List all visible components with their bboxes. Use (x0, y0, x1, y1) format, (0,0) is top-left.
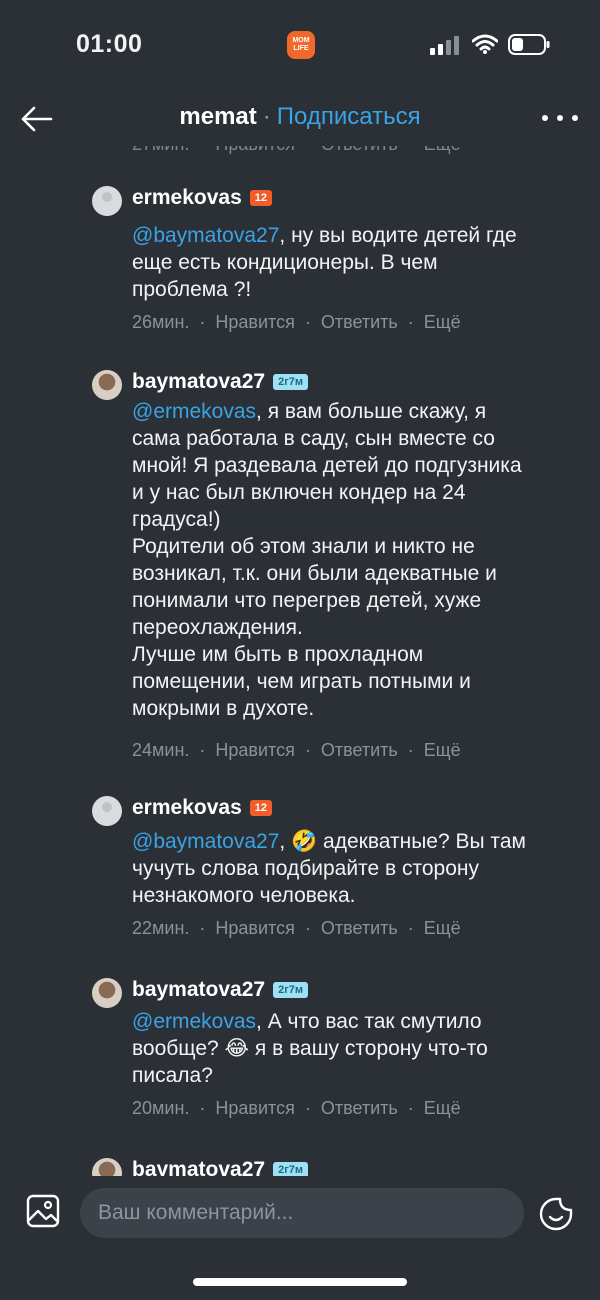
mention-link[interactable]: @baymatova27 (132, 224, 279, 247)
reply-button[interactable]: Ответить (321, 740, 398, 760)
comment-author[interactable]: baymatova27 2г7м (132, 978, 309, 1002)
comment-author[interactable]: baymatova27 2г7м (132, 370, 309, 394)
status-time: 01:00 (76, 30, 143, 58)
more-button[interactable]: Ещё (424, 918, 461, 938)
reply-button[interactable]: Ответить (321, 1098, 398, 1118)
comment-input[interactable] (80, 1188, 524, 1238)
comment-text: @ermekovas, я вам больше скажу, я сама р… (132, 398, 582, 722)
comment-text: @baymatova27, ну вы водите детей где еще… (132, 222, 582, 303)
header-separator: · (262, 103, 271, 130)
comment-meta: 20мин. · Нравится · Ответить · Ещё (132, 1098, 461, 1118)
mention-link[interactable]: @baymatova27 (132, 830, 279, 853)
more-options-button[interactable] (542, 106, 578, 130)
cellular-signal-icon (430, 36, 459, 55)
comment-composer (0, 1176, 600, 1300)
author-badge: 2г7м (273, 1162, 309, 1176)
comment-meta: 26мин. · Нравится · Ответить · Ещё (132, 312, 461, 332)
author-name: baymatova27 (132, 370, 266, 393)
image-gallery-icon[interactable] (26, 1194, 60, 1228)
dot-icon (572, 115, 578, 121)
more-button[interactable]: Ещё (424, 1098, 461, 1118)
like-button[interactable]: Нравится (215, 312, 294, 332)
dot-icon (542, 115, 548, 121)
mention-link[interactable]: @ermekovas (132, 400, 256, 423)
comment-body: , я вам больше скажу, я сама работала в … (132, 400, 522, 720)
reply-button[interactable]: Ответить (321, 918, 398, 938)
avatar[interactable] (92, 1158, 122, 1176)
comment-time: 20мин. (132, 1098, 190, 1118)
status-bar: 01:00 MOM LIFE (0, 0, 600, 90)
sticker-icon[interactable] (538, 1196, 574, 1232)
comment-text: @ermekovas, А что вас так смутило вообще… (132, 1008, 582, 1089)
comment-author[interactable]: ermekovas 12 (132, 796, 272, 820)
comment-meta: 22мин. · Нравится · Ответить · Ещё (132, 918, 461, 938)
author-name: baymatova27 (132, 978, 266, 1001)
avatar[interactable] (92, 370, 122, 400)
author-badge: 2г7м (273, 982, 309, 998)
author-badge: 12 (249, 800, 272, 816)
wifi-icon (472, 34, 498, 54)
app-logo-icon: MOM LIFE (287, 31, 315, 59)
like-button[interactable]: Нравится (215, 918, 294, 938)
author-badge: 2г7м (273, 374, 309, 390)
comment-time: 24мин. (132, 740, 190, 760)
clipped-comment-meta: 27мин. · Нравится · Ответить · Ещё (132, 146, 461, 155)
author-name: baymatova27 (132, 1158, 266, 1176)
follow-button[interactable]: Подписаться (277, 103, 421, 130)
post-header: memat · Подписаться (0, 90, 600, 146)
more-button[interactable]: Ещё (424, 312, 461, 332)
comment-time: 26мин. (132, 312, 190, 332)
header-title: memat · Подписаться (0, 103, 600, 131)
like-button[interactable]: Нравится (215, 740, 294, 760)
comment-author[interactable]: ermekovas 12 (132, 186, 272, 210)
comment-meta: 24мин. · Нравится · Ответить · Ещё (132, 740, 461, 760)
author-name: ermekovas (132, 186, 242, 209)
comments-feed[interactable]: 27мин. · Нравится · Ответить · Ещё ermek… (0, 146, 600, 1176)
like-button[interactable]: Нравится (215, 1098, 294, 1118)
more-button[interactable]: Ещё (424, 740, 461, 760)
header-username[interactable]: memat (179, 103, 256, 130)
avatar[interactable] (92, 796, 122, 826)
avatar[interactable] (92, 978, 122, 1008)
home-indicator (193, 1278, 407, 1286)
mention-link[interactable]: @ermekovas (132, 1010, 256, 1033)
comment-author[interactable]: baymatova27 2г7м (132, 1158, 309, 1176)
battery-icon (508, 34, 550, 55)
comment-time: 22мин. (132, 918, 190, 938)
avatar[interactable] (92, 186, 122, 216)
reply-button[interactable]: Ответить (321, 312, 398, 332)
author-badge: 12 (249, 190, 272, 206)
author-name: ermekovas (132, 796, 242, 819)
comment-text: @baymatova27, 🤣 адекватные? Вы там чучут… (132, 828, 582, 909)
dot-icon (557, 115, 563, 121)
